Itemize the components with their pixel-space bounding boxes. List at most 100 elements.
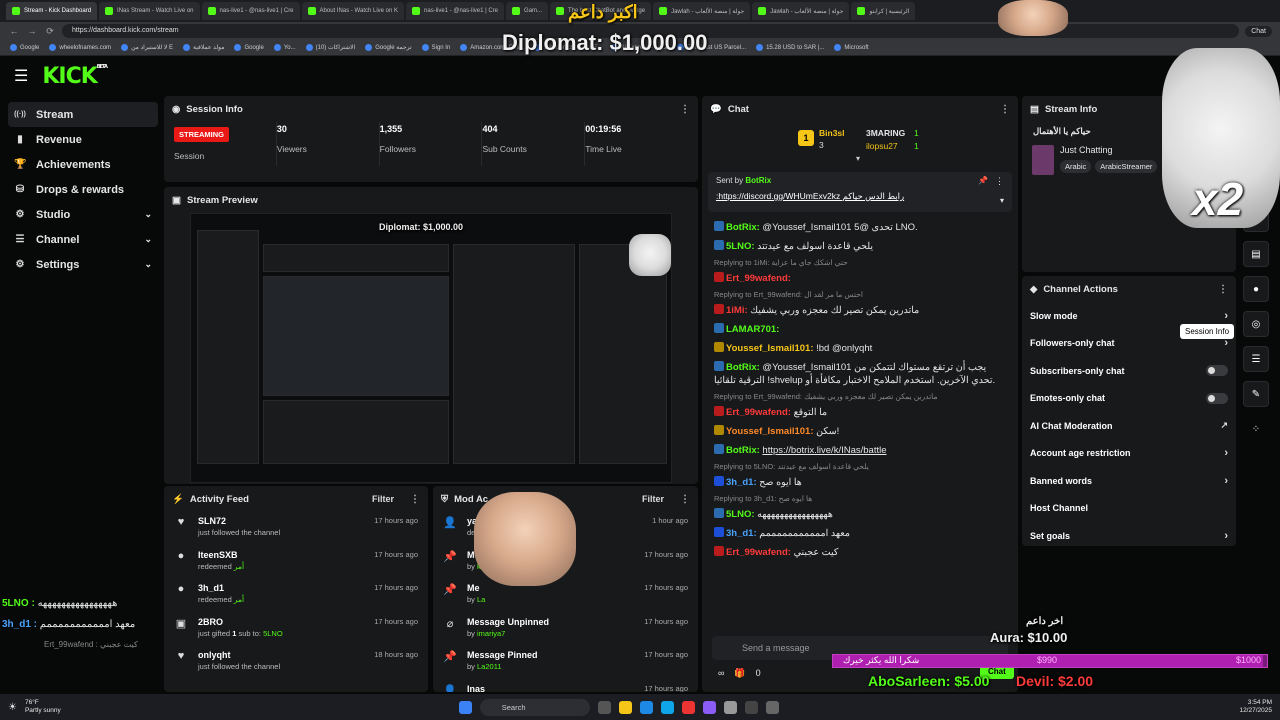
sidebar-item-revenue[interactable]: ▮ Revenue [8, 127, 158, 152]
taskbar-search[interactable]: Search [479, 698, 590, 716]
chat-message[interactable]: Youssef_Ismail101: سكن! [702, 422, 1018, 441]
chat-bubble-icon[interactable]: ● [1243, 276, 1269, 302]
toggle-switch[interactable] [1206, 392, 1228, 404]
app-icon[interactable] [723, 700, 737, 714]
more-icon[interactable]: ⋮ [680, 494, 690, 505]
chat-browser-button[interactable]: Chat [1245, 25, 1272, 37]
category-name[interactable]: Just Chatting [1060, 145, 1157, 155]
reload-icon[interactable]: ⟳ [44, 26, 56, 37]
filter-button[interactable]: Filter [372, 494, 394, 504]
browser-tab[interactable]: nas-live1 - @nas-live1 | Cre [201, 2, 300, 20]
browser-tab[interactable]: INas Stream - Watch Live on [99, 2, 200, 20]
chat-message[interactable]: BotRix: @Youssef_Ismail101 يجب أن ترتقع … [702, 358, 1018, 390]
browser-tab[interactable]: About INas - Watch Live on K [301, 2, 405, 20]
tag-chip[interactable]: Arabic [1060, 160, 1092, 173]
chat-username[interactable]: 1iMi: [726, 305, 748, 316]
gift-icon[interactable]: 🎁 [734, 668, 745, 679]
chat-username[interactable]: Youssef_Ismail101: [726, 343, 813, 354]
list-item[interactable]: ● IteenSXB redeemed أمر 17 hours ago [164, 546, 428, 580]
pinned-text[interactable]: :https://discord.gg/WHUmExv2kz رابط الدس… [716, 191, 1004, 202]
bookmark-item[interactable]: مولد عملاقية [182, 44, 224, 51]
browser-tab[interactable]: Stream - Kick Dashboard [6, 2, 98, 20]
chevron-right-icon[interactable]: › [1224, 310, 1228, 322]
chat-username[interactable]: Ert_99wafend: [726, 407, 791, 418]
chat-message[interactable]: Ert_99wafend: ما التوقع [702, 403, 1018, 422]
sidebar-item-achievements[interactable]: 🏆 Achievements [8, 152, 158, 177]
back-icon[interactable]: ← [8, 26, 20, 36]
edge-icon[interactable] [639, 700, 653, 714]
chevron-right-icon[interactable]: › [1224, 530, 1228, 542]
chevron-down-icon[interactable]: ▾ [856, 154, 860, 163]
bookmark-item[interactable]: Google [234, 44, 264, 51]
more-icon[interactable]: ⋮ [1000, 104, 1010, 115]
browser-tab[interactable]: Jawlah - جولة | منصة الألعاب [752, 2, 850, 20]
sidebar-item-settings[interactable]: ⚙ Settings ⌄ [8, 252, 158, 277]
chevron-right-icon[interactable]: › [1224, 475, 1228, 487]
chat-message[interactable]: BotRix: https://botrix.live/k/INas/battl… [702, 441, 1018, 460]
store-icon[interactable] [660, 700, 674, 714]
chat-username[interactable]: 5LNO: [726, 241, 755, 252]
pinned-user[interactable]: BotRix [745, 176, 771, 185]
stream-preview-video[interactable]: Diplomat: $1,000.00 [190, 213, 672, 483]
chevron-right-icon[interactable]: › [1224, 447, 1228, 459]
chat-username[interactable]: Ert_99wafend: [726, 547, 791, 558]
chat-username[interactable]: 3h_d1: [726, 528, 757, 539]
bookmark-item[interactable]: Yo... [273, 44, 296, 51]
bookmark-item[interactable]: Google ترجمة [365, 44, 412, 51]
list-item[interactable]: ♥ SLN72 just followed the channel 17 hours … [164, 512, 428, 546]
chat-username[interactable]: 3h_d1: [726, 477, 757, 488]
more-icon[interactable]: ⋮ [410, 494, 420, 505]
list-item[interactable]: ▣ 2BRO just gifted 1 sub to: 5LNO 17 hours … [164, 613, 428, 647]
browser-tab[interactable]: Gam... [506, 2, 549, 20]
list-item[interactable]: 📌 Message Pinned by La2011 17 hours ago [433, 646, 698, 680]
chat-message[interactable]: LAMAR701: [702, 320, 1018, 339]
bookmark-item[interactable]: لا للاستيراد من E [121, 44, 173, 51]
forward-icon[interactable]: → [26, 26, 38, 36]
bookmark-item[interactable]: Microsoft [834, 44, 869, 51]
bookmark-item[interactable]: Google [10, 44, 39, 51]
tag-chip[interactable]: ArabicStreamer [1095, 160, 1158, 173]
chevron-down-icon[interactable]: ▾ [1000, 196, 1004, 205]
filter-button[interactable]: Filter [642, 494, 664, 504]
sidebar-item-studio[interactable]: ⚙ Studio ⌄ [8, 202, 158, 227]
bookmark-item[interactable]: wheelofnames.com [49, 44, 111, 51]
chat-message[interactable]: BotRix: @Youssef_Ismail101 5@ تحدى LNO. [702, 218, 1018, 237]
sidebar-item-channel[interactable]: ☰ Channel ⌄ [8, 227, 158, 252]
browser-tab[interactable]: nas-live1 - @nas-live1 | Cre [406, 2, 505, 20]
bookmark-item[interactable]: (10) الاشتراكات [305, 44, 355, 51]
channel-action-host-channel[interactable]: Host Channel [1022, 495, 1236, 523]
broadcast-icon[interactable]: ◎ [1243, 311, 1269, 337]
file-explorer-icon[interactable] [618, 700, 632, 714]
channel-action-account-age-restriction[interactable]: Account age restriction › [1022, 440, 1236, 468]
chat-username[interactable]: BotRix: [726, 362, 760, 373]
list-item[interactable]: ● 3h_d1 redeemed أمر 17 hours ago [164, 579, 428, 613]
chat-message[interactable]: 1iMi: ماتدرين يمكن تصير لك معجزه وربي يش… [702, 301, 1018, 320]
chat-username[interactable]: 5LNO: [726, 509, 755, 520]
chat-message[interactable]: 5LNO: يلحي قاعدة اسولف مع عيدتتد [702, 237, 1018, 256]
chat-username[interactable]: LAMAR701: [726, 324, 779, 335]
chat-message[interactable]: Ert_99wafend: [702, 269, 1018, 288]
channel-action-ai-chat-moderation[interactable]: AI Chat Moderation ↗ [1022, 412, 1236, 440]
hamburger-icon[interactable]: ☰ [14, 66, 28, 86]
channel-action-set-goals[interactable]: Set goals › [1022, 522, 1236, 546]
chat-username[interactable]: BotRix: [726, 445, 760, 456]
bookmark-item[interactable]: 15.28 USD to SAR |... [756, 44, 824, 51]
chat-message[interactable]: 3h_d1: ها ايوه صح [702, 473, 1018, 492]
steam-icon[interactable] [744, 700, 758, 714]
more-icon[interactable]: ⋮ [680, 104, 690, 115]
bookmark-item[interactable]: Sign In [421, 44, 450, 51]
list-item[interactable]: 📌 Me by La 17 hours ago [433, 579, 698, 613]
apps-icon[interactable]: ⁘ [1243, 416, 1269, 442]
chat-username[interactable]: Youssef_Ismail101: [726, 426, 813, 437]
chat-message[interactable]: 5LNO: ههههههههههههههههه [702, 505, 1018, 524]
brave-icon[interactable] [681, 700, 695, 714]
list-item[interactable]: ⌀ Message Unpinned by imariya7 17 hours ago [433, 613, 698, 647]
list-item[interactable]: 👤 Inasunbanned by yanai42 17 hours ago [433, 680, 698, 693]
toggle-switch[interactable] [1206, 365, 1228, 377]
chat-username[interactable]: BotRix: [726, 222, 760, 233]
browser-tab[interactable]: الرئيسية | كرابتو [851, 2, 916, 20]
sidebar-item-stream[interactable]: ((·)) Stream [8, 102, 158, 127]
weather-widget[interactable]: 76°F Partly sunny [25, 699, 61, 715]
chevron-right-icon[interactable]: › [1224, 337, 1228, 349]
more-icon[interactable]: ⋮ [995, 176, 1004, 187]
